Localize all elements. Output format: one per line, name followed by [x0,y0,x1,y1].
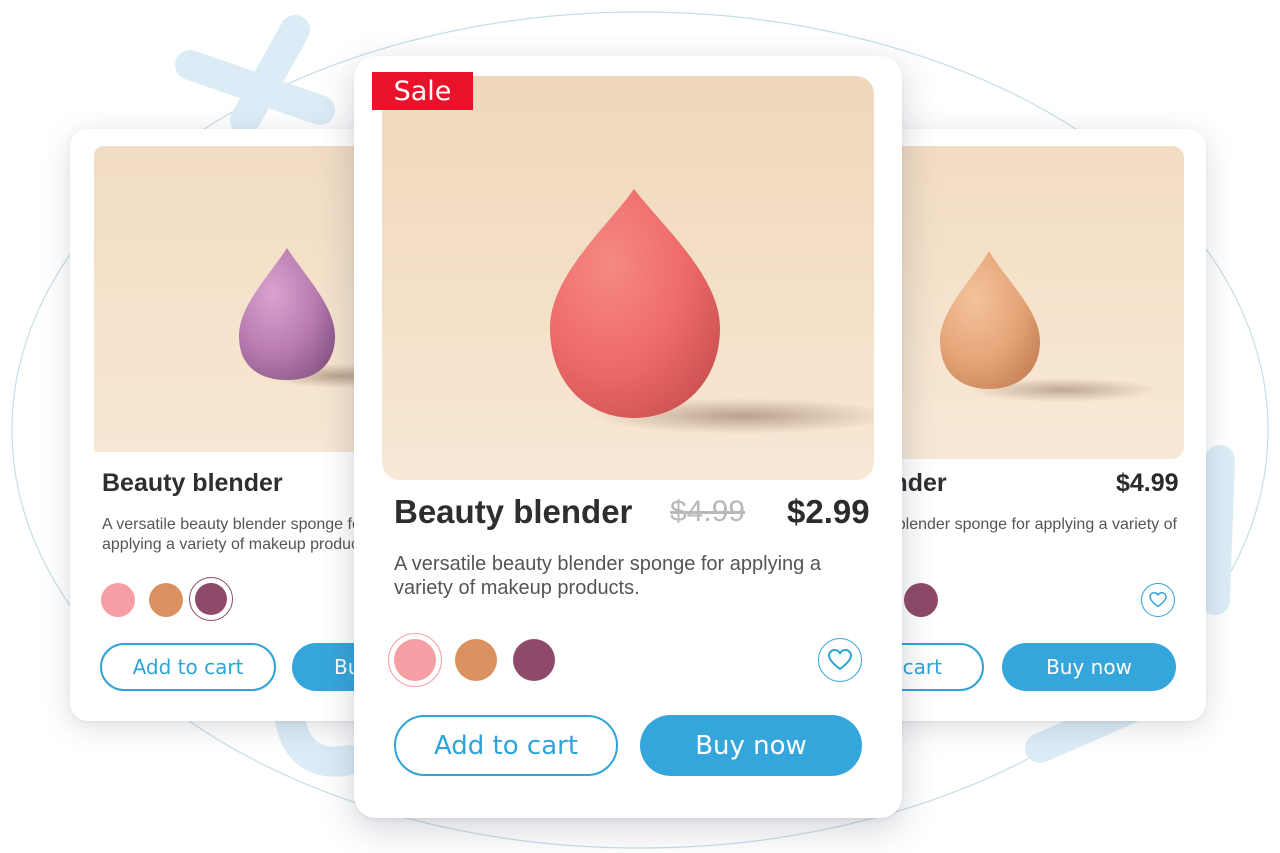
swatch-tan[interactable] [455,639,497,681]
swatch-tan[interactable] [149,583,183,617]
buy-now-button[interactable]: Buy now [1002,643,1176,691]
product-description: A versatile beauty blender sponge for ap… [394,553,821,600]
sale-price: $2.99 [787,493,870,530]
product-card-right: Beauty blender $4.99 A versatile beauty … [858,129,1206,721]
add-to-cart-button[interactable]: Add to cart [100,643,276,691]
swatch-pink[interactable] [101,583,135,617]
product-title: Beauty blender [102,469,283,497]
wishlist-heart-icon[interactable] [818,638,862,682]
swatch-pink[interactable] [388,633,442,687]
buy-now-button[interactable]: Buy now [640,715,862,776]
sale-badge: Sale [372,72,473,110]
product-image-beige [858,146,1184,459]
swatch-plum[interactable] [513,639,555,681]
swatch-plum[interactable] [189,577,233,621]
swatch-plum[interactable] [904,583,938,617]
product-image-coral [382,76,874,480]
product-image-purple [94,146,394,452]
original-price: $4.99 [670,495,746,528]
product-card-featured: Sale Beauty blender $4.99 $2.99 A versat… [354,56,902,818]
product-title: Beauty blender [394,493,633,530]
add-to-cart-button[interactable]: Add to cart [394,715,618,776]
wishlist-heart-icon[interactable] [1141,583,1175,617]
product-price: $4.99 [1116,469,1179,497]
product-description: A versatile beauty blender sponge for ap… [858,516,1177,553]
